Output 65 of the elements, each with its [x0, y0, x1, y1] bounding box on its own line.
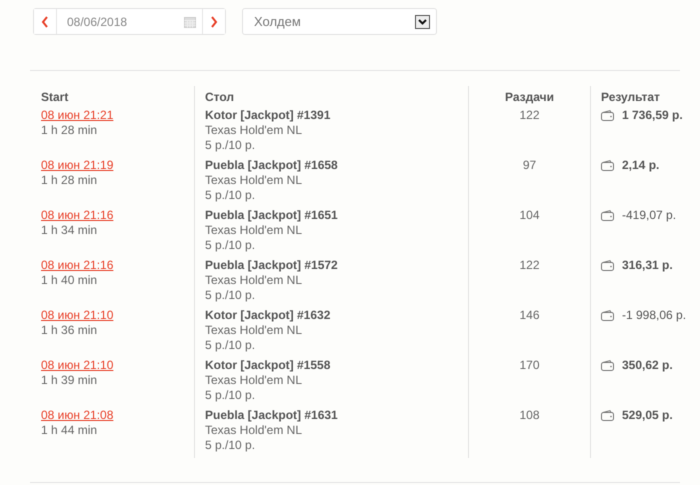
duration-text: 1 h 36 min	[41, 323, 98, 338]
table-name: Puebla [Jackpot] #1651	[205, 208, 338, 223]
start-time-link[interactable]: 08 июн 21:10	[41, 308, 114, 323]
hands-count: 108	[519, 408, 540, 423]
dropdown-icon	[415, 14, 430, 28]
chevron-left-icon	[41, 16, 49, 28]
stakes-text: 5 р./10 р.	[205, 238, 256, 253]
start-time-link[interactable]: 08 июн 21:08	[41, 408, 114, 423]
column-header: Стол	[205, 90, 234, 104]
hands-count: 97	[522, 158, 536, 173]
start-time-link[interactable]: 08 июн 21:21	[41, 108, 114, 123]
game-type: Texas Hold'em NL	[205, 223, 302, 238]
duration-text: 1 h 28 min	[41, 123, 98, 138]
table-name: Puebla [Jackpot] #1631	[205, 408, 338, 423]
hands-count: 122	[519, 108, 540, 123]
wallet-icon	[601, 110, 614, 121]
start-time-link[interactable]: 08 июн 21:16	[41, 208, 114, 223]
calendar-icon	[184, 16, 196, 28]
table-name: Kotor [Jackpot] #1391	[205, 108, 330, 123]
duration-text: 1 h 34 min	[41, 223, 98, 238]
game-type: Texas Hold'em NL	[205, 323, 302, 338]
wallet-icon	[601, 160, 614, 171]
stakes-text: 5 р./10 р.	[205, 338, 256, 353]
result-amount: 529,05 р.	[622, 408, 673, 423]
duration-text: 1 h 28 min	[41, 173, 98, 188]
stakes-text: 5 р./10 р.	[205, 388, 256, 403]
duration-text: 1 h 40 min	[41, 273, 98, 288]
hands-count: 122	[519, 258, 540, 273]
wallet-icon	[601, 410, 614, 421]
hands-count: 146	[519, 308, 540, 323]
stakes-text: 5 р./10 р.	[205, 188, 256, 203]
column-header: Результат	[601, 90, 660, 104]
game-type: Texas Hold'em NL	[205, 423, 302, 438]
wallet-icon	[601, 210, 614, 221]
table-name: Kotor [Jackpot] #1632	[205, 308, 330, 323]
column-header: Start	[41, 90, 68, 104]
game-select[interactable]: Холдем	[242, 8, 437, 35]
result-amount: 2,14 р.	[622, 158, 660, 173]
column-header: Раздачи	[505, 90, 554, 104]
result-amount: 350,62 р.	[622, 358, 673, 373]
start-time-link[interactable]: 08 июн 21:10	[41, 358, 114, 373]
game-type: Texas Hold'em NL	[205, 373, 302, 388]
result-amount: 1 736,59 р.	[622, 108, 683, 123]
table-name: Puebla [Jackpot] #1572	[205, 258, 338, 273]
result-amount: -1 998,06 р.	[622, 308, 686, 323]
hands-count: 104	[519, 208, 540, 223]
game-type: Texas Hold'em NL	[205, 123, 302, 138]
table-name: Puebla [Jackpot] #1658	[205, 158, 338, 173]
stakes-text: 5 р./10 р.	[205, 288, 256, 303]
hands-count: 170	[519, 358, 540, 373]
chevron-right-icon	[210, 16, 218, 28]
result-amount: 316,31 р.	[622, 258, 673, 273]
game-type: Texas Hold'em NL	[205, 173, 302, 188]
result-amount: -419,07 р.	[622, 208, 676, 223]
start-time-link[interactable]: 08 июн 21:16	[41, 258, 114, 273]
wallet-icon	[601, 360, 614, 371]
wallet-icon	[601, 310, 614, 321]
game-type: Texas Hold'em NL	[205, 273, 302, 288]
stakes-text: 5 р./10 р.	[205, 438, 256, 453]
duration-text: 1 h 39 min	[41, 373, 98, 388]
wallet-icon	[601, 260, 614, 271]
stakes-text: 5 р./10 р.	[205, 138, 256, 153]
table-name: Kotor [Jackpot] #1558	[205, 358, 330, 373]
start-time-link[interactable]: 08 июн 21:19	[41, 158, 114, 173]
duration-text: 1 h 44 min	[41, 423, 98, 438]
